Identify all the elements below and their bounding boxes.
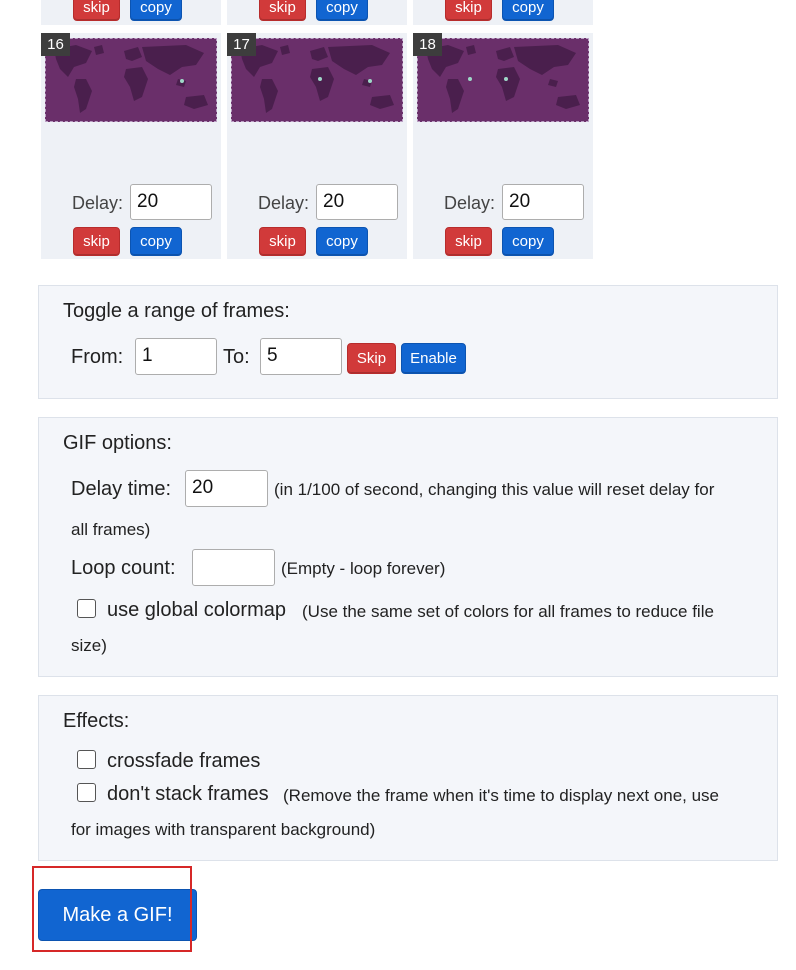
loop-count-label: Loop count: [71, 557, 176, 579]
global-colormap-checkbox[interactable] [77, 599, 96, 618]
delay-label: Delay: [258, 193, 310, 213]
frame-number: 16 [41, 33, 70, 56]
frame-thumbnail[interactable] [231, 38, 403, 122]
world-map-image [46, 39, 216, 121]
gif-options-panel: GIF options: Delay time: 20 (in 1/100 of… [38, 417, 778, 677]
global-colormap-note-cont: size) [71, 636, 107, 655]
frame-card: skip copy [227, 0, 407, 25]
delay-time-input[interactable]: 20 [185, 470, 268, 507]
frame-thumbnail[interactable] [417, 38, 589, 122]
from-input[interactable]: 1 [135, 338, 217, 375]
frame-card: 18 Delay: 20 skip copy [413, 33, 593, 259]
skip-button[interactable]: skip [259, 227, 306, 256]
copy-button[interactable]: copy [502, 227, 554, 256]
range-skip-button[interactable]: Skip [347, 343, 396, 374]
delay-time-note-cont: all frames) [71, 520, 151, 539]
dont-stack-label[interactable]: don't stack frames [107, 783, 269, 806]
loop-count-note: (Empty - loop forever) [281, 559, 446, 578]
copy-button[interactable]: copy [130, 227, 182, 256]
loop-count-input[interactable] [192, 549, 275, 586]
effects-title: Effects: [63, 710, 130, 732]
copy-button[interactable]: copy [502, 0, 554, 21]
skip-button[interactable]: skip [259, 0, 306, 21]
dont-stack-checkbox[interactable] [77, 783, 96, 802]
copy-button[interactable]: copy [316, 0, 368, 21]
frame-card: 17 Delay: 20 skip copy [227, 33, 407, 259]
frame-card: skip copy [41, 0, 221, 25]
dont-stack-note-cont: for images with transparent background) [71, 820, 376, 839]
skip-button[interactable]: skip [445, 0, 492, 21]
make-gif-button[interactable]: Make a GIF! [38, 889, 197, 941]
world-map-image [232, 39, 402, 121]
frame-thumbnail[interactable] [45, 38, 217, 122]
to-label: To: [223, 346, 250, 368]
gif-options-title: GIF options: [63, 432, 172, 454]
from-label: From: [71, 346, 124, 368]
delay-input[interactable]: 20 [316, 184, 398, 220]
copy-button[interactable]: copy [130, 0, 182, 21]
delay-label: Delay: [444, 193, 496, 213]
delay-time-label: Delay time: [71, 478, 172, 500]
dont-stack-note: (Remove the frame when it's time to disp… [283, 786, 720, 805]
frame-number: 17 [227, 33, 256, 56]
frame-card: skip copy [413, 0, 593, 25]
toggle-range-title: Toggle a range of frames: [63, 300, 290, 322]
range-enable-button[interactable]: Enable [401, 343, 466, 374]
copy-button[interactable]: copy [316, 227, 368, 256]
delay-input[interactable]: 20 [502, 184, 584, 220]
world-map-image [418, 39, 588, 121]
effects-panel: Effects: crossfade frames don't stack fr… [38, 695, 778, 861]
delay-time-note: (in 1/100 of second, changing this value… [274, 480, 715, 499]
to-input[interactable]: 5 [260, 338, 342, 375]
crossfade-label[interactable]: crossfade frames [107, 750, 260, 773]
delay-input[interactable]: 20 [130, 184, 212, 220]
frame-card: 16 Delay: 20 skip copy [41, 33, 221, 259]
frame-number: 18 [413, 33, 442, 56]
toggle-range-panel: Toggle a range of frames: From: 1 To: 5 … [38, 285, 778, 399]
skip-button[interactable]: skip [73, 227, 120, 256]
global-colormap-label[interactable]: use global colormap [107, 599, 286, 622]
crossfade-checkbox[interactable] [77, 750, 96, 769]
skip-button[interactable]: skip [73, 0, 120, 21]
delay-label: Delay: [72, 193, 124, 213]
skip-button[interactable]: skip [445, 227, 492, 256]
global-colormap-note: (Use the same set of colors for all fram… [302, 602, 714, 621]
